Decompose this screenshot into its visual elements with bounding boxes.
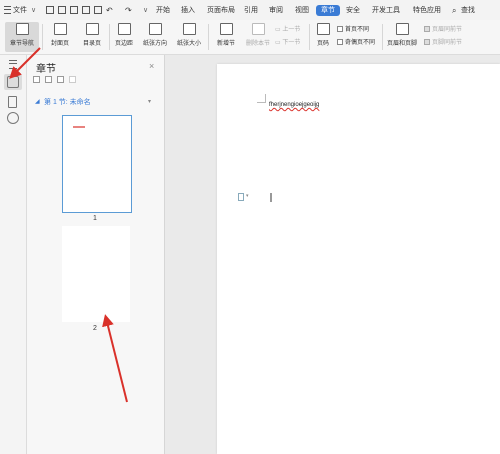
arrow-to-nav-button [9,47,41,79]
annotation-arrows [9,47,128,403]
arrow-to-page-2 [102,314,128,403]
